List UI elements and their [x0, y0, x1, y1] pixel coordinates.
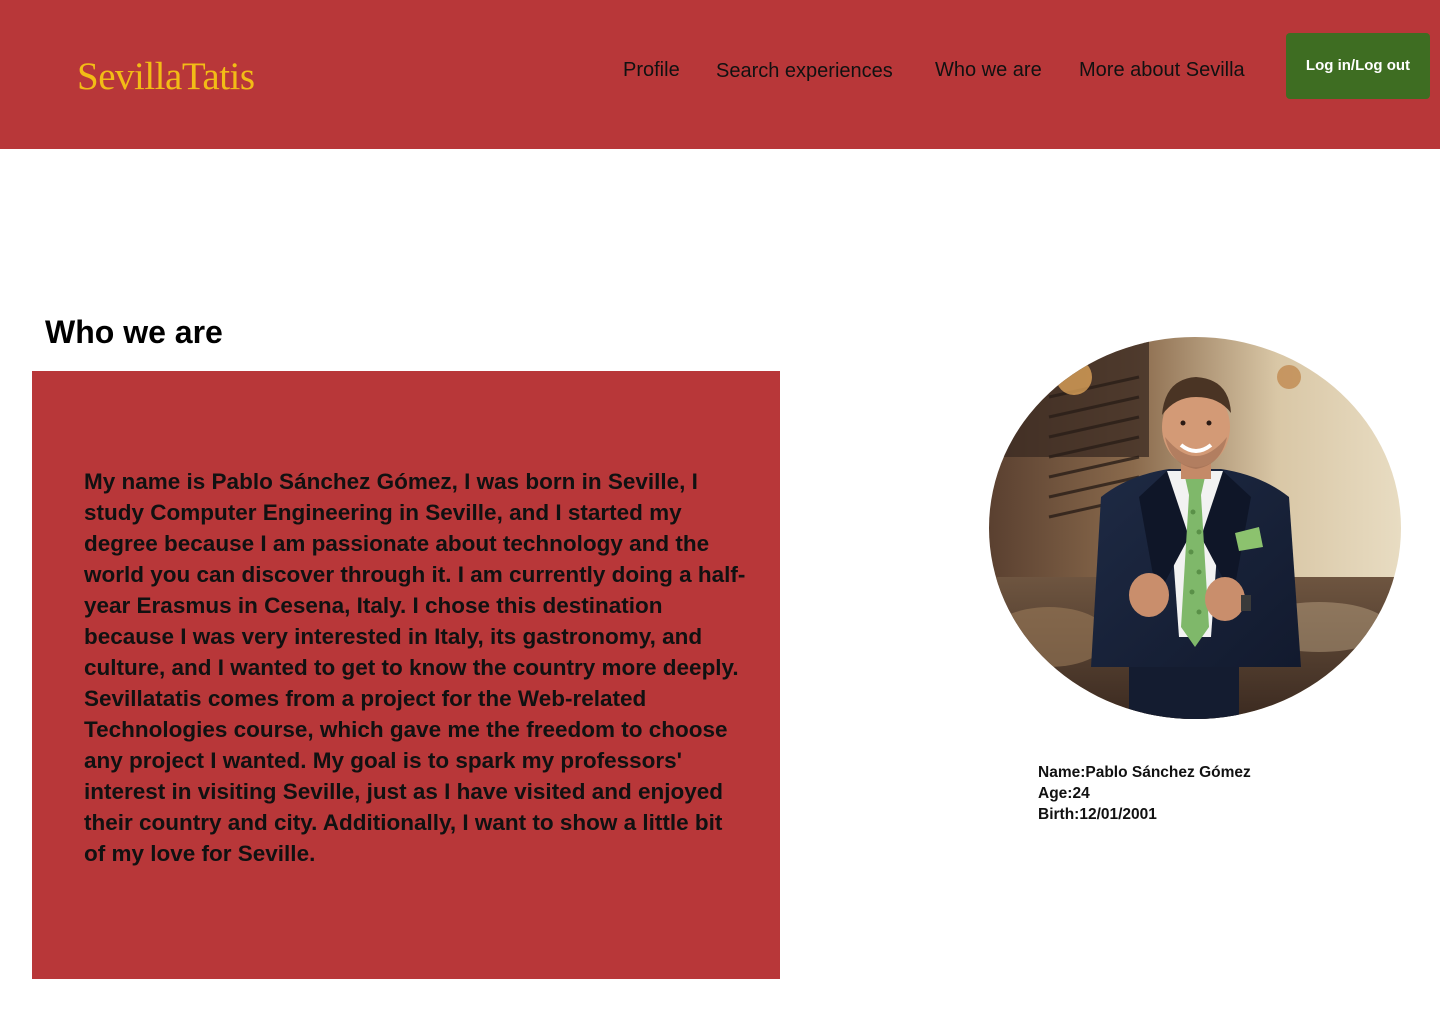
nav-link-who-we-are[interactable]: Who we are	[935, 57, 1042, 83]
nav-link-search-experiences[interactable]: Search experiences	[716, 58, 893, 84]
profile-photo	[989, 337, 1401, 719]
top-header: SevillaTatis Profile Search experiences …	[0, 0, 1440, 149]
bio-panel: My name is Pablo Sánchez Gómez, I was bo…	[32, 371, 780, 979]
bio-paragraph-1: My name is Pablo Sánchez Gómez, I was bo…	[84, 469, 746, 680]
nav-link-more-about-sevilla[interactable]: More about Sevilla	[1079, 57, 1245, 83]
login-logout-button[interactable]: Log in/Log out	[1286, 33, 1430, 99]
profile-birth: Birth:12/01/2001	[1038, 806, 1157, 823]
profile-name: Name:Pablo Sánchez Gómez	[1038, 764, 1251, 781]
nav-link-profile[interactable]: Profile	[623, 57, 680, 83]
profile-age: Age:24	[1038, 785, 1090, 802]
page-title: Who we are	[45, 314, 223, 350]
bio-paragraph-2: Sevillatatis comes from a project for th…	[84, 686, 728, 866]
profile-info: Name:Pablo Sánchez Gómez Age:24 Birth:12…	[1038, 762, 1251, 825]
bio-text: My name is Pablo Sánchez Gómez, I was bo…	[84, 466, 749, 869]
site-logo[interactable]: SevillaTatis	[77, 51, 255, 103]
